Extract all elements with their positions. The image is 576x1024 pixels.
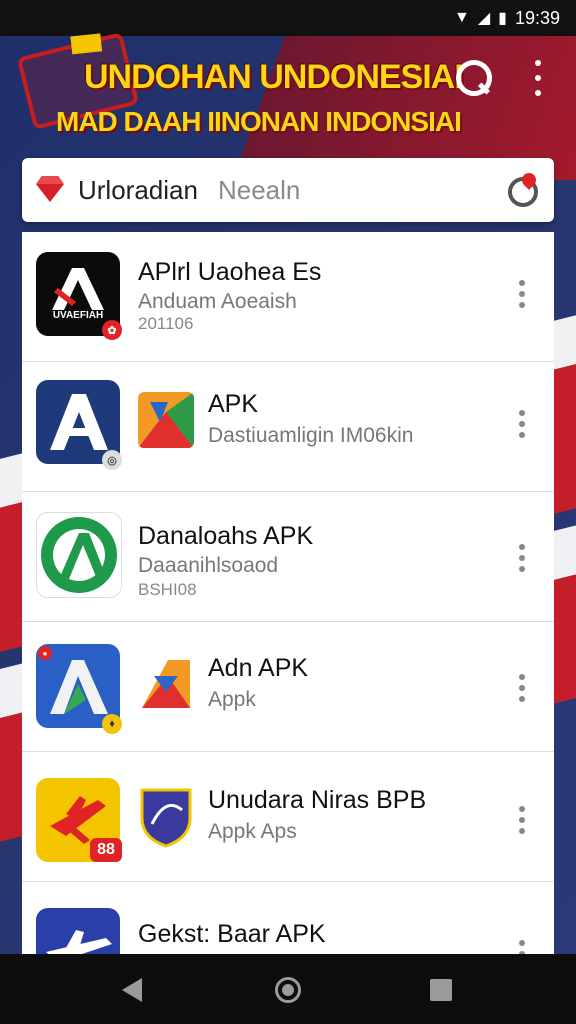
search-query[interactable]: Urloradian: [78, 175, 198, 206]
app-subtitle: Anduam Aoeaish: [138, 290, 297, 313]
app-title: APlrl Uaohea Es: [138, 258, 322, 286]
more-options-icon[interactable]: [518, 806, 526, 834]
more-options-icon[interactable]: [518, 280, 526, 308]
recent-apps-icon[interactable]: [430, 979, 452, 1001]
app-icon-colorful: [138, 392, 194, 448]
list-item[interactable]: ◎ APK Dastiuamligin IM06kin: [22, 362, 554, 492]
badge-icon: ✿: [102, 320, 122, 340]
search-icon[interactable]: [452, 56, 496, 100]
list-item[interactable]: UVAEFIAH ✿ APlrl Uaohea Es Anduam Aoeais…: [22, 232, 554, 362]
list-item[interactable]: Danaloahs APK Daaanihlsoaod BSHI08: [22, 492, 554, 622]
app-subtitle: Appk: [208, 688, 256, 711]
more-options-icon[interactable]: [518, 410, 526, 438]
app-icon-orange: [138, 656, 194, 712]
badge-icon: ◎: [102, 450, 122, 470]
app-subtitle: Dastiuamligin IM06kin: [208, 424, 414, 447]
app-icon-label: UVAEFIAH: [52, 310, 104, 321]
back-icon[interactable]: [122, 978, 142, 1002]
search-bar[interactable]: Urloradian Neealn: [22, 158, 554, 222]
shield-icon: [138, 784, 194, 848]
app-subtitle: Daaanihlsoaod: [138, 554, 279, 577]
app-title: Adn APK: [208, 654, 309, 682]
home-icon[interactable]: [275, 977, 301, 1003]
location-pin-icon[interactable]: [506, 170, 540, 207]
overflow-menu-icon[interactable]: [528, 60, 548, 96]
badge-icon: ●: [38, 646, 52, 660]
signal-icon: ◢: [477, 10, 491, 27]
battery-icon: ▮: [498, 10, 507, 27]
list-item[interactable]: ♦ ● Adn APK Appk: [22, 622, 554, 752]
app-title-line2: MAD DAAH IINONAN INDONSIAI: [56, 106, 462, 137]
status-bar: ▼ ◢ ▮ 19:39: [0, 0, 576, 36]
search-placeholder[interactable]: Neealn: [218, 175, 506, 206]
app-title-line1: UNDOHAN UNDONESIAI: [84, 58, 464, 96]
status-time: 19:39: [514, 7, 560, 28]
app-list: UVAEFIAH ✿ APlrl Uaohea Es Anduam Aoeais…: [22, 232, 554, 954]
badge-count: 88: [90, 838, 122, 862]
app-title: Gekst: Baar APK: [138, 920, 326, 948]
app-title: Danaloahs APK: [138, 522, 314, 550]
list-item[interactable]: Gekst: Baar APK: [22, 882, 554, 954]
badge-icon: ♦: [102, 714, 122, 734]
more-options-icon[interactable]: [518, 544, 526, 572]
app-icon-green-a: [36, 512, 122, 598]
more-options-icon[interactable]: [518, 674, 526, 702]
app-icon-airplane-blue: [36, 908, 120, 954]
more-options-icon[interactable]: [518, 940, 526, 954]
app-title: APK: [208, 390, 259, 418]
app-extra: BSHI08: [138, 580, 197, 599]
app-subtitle: Appk Aps: [208, 820, 297, 843]
wifi-icon: ▼: [453, 9, 470, 26]
list-item[interactable]: 88 Unudara Niras BPB Appk Aps: [22, 752, 554, 882]
app-title: Unudara Niras BPB: [208, 786, 427, 814]
gem-icon: [36, 184, 64, 202]
app-extra: 201106: [138, 314, 194, 333]
